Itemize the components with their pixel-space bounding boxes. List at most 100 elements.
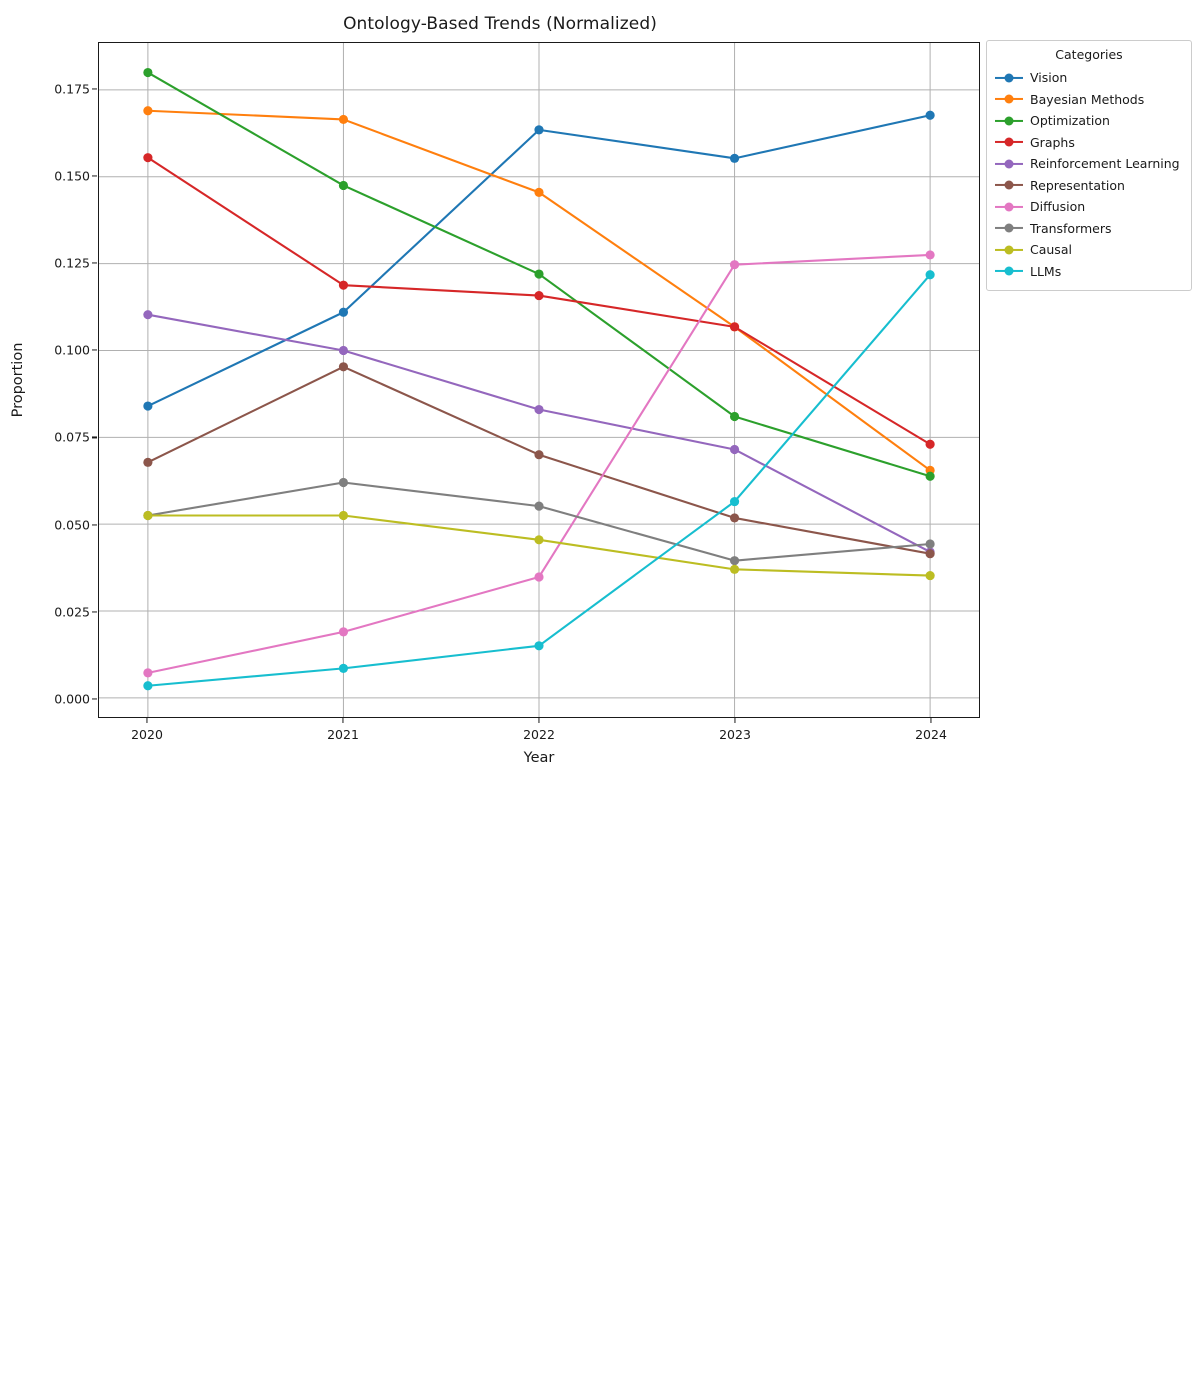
data-point-marker	[729, 497, 740, 507]
data-point-marker	[729, 411, 740, 422]
y-axis-label-holder: Proportion	[10, 343, 36, 1394]
data-point-marker	[338, 663, 349, 673]
y-tick-mark	[92, 349, 97, 351]
y-tick-mark	[92, 175, 97, 177]
data-point-marker	[338, 477, 349, 488]
data-point-marker	[925, 539, 935, 549]
legend-label: Bayesian Methods	[1030, 91, 1145, 107]
data-point-marker	[925, 250, 935, 260]
legend-color-swatch	[995, 157, 1023, 171]
data-point-marker	[729, 260, 740, 270]
data-point-marker	[143, 668, 153, 678]
y-axis-label: Proportion	[10, 342, 26, 418]
data-point-marker	[338, 362, 349, 372]
legend-label: Optimization	[1030, 113, 1110, 129]
data-point-marker	[534, 501, 544, 511]
chart-legend: Categories Vision Bayesian Methods Optimiz…	[986, 40, 1192, 291]
data-point-marker	[143, 510, 153, 521]
legend-color-swatch	[995, 71, 1023, 85]
legend-title: Categories	[1055, 47, 1123, 62]
y-tick-label: 0.000	[54, 691, 90, 707]
data-point-marker	[534, 572, 544, 582]
legend-item[interactable]: Transformers	[995, 218, 1183, 240]
x-axis-label: Year	[523, 750, 555, 766]
data-point-marker	[143, 67, 153, 78]
legend-color-swatch	[995, 221, 1023, 235]
data-point-marker	[534, 290, 544, 301]
y-tick-label: 0.150	[54, 168, 90, 184]
y-tick-label: 0.075	[54, 429, 90, 445]
y-axis-tick-labels: 0.000 0.025 0.050 0.075 0.100 0.125 0.150 0.175	[36, 42, 90, 718]
x-tick-mark	[538, 718, 540, 723]
legend-label: Representation	[1030, 177, 1125, 193]
legend-color-swatch	[995, 135, 1023, 149]
data-point-marker	[534, 187, 544, 197]
y-tick-label: 0.100	[54, 342, 90, 358]
legend-item[interactable]: Bayesian Methods	[995, 89, 1183, 111]
legend-color-swatch	[995, 264, 1023, 278]
legend-item[interactable]: Causal	[995, 239, 1183, 261]
data-point-marker	[143, 153, 153, 163]
legend-item[interactable]: Reinforcement Learning	[995, 153, 1183, 175]
legend-color-swatch	[995, 92, 1023, 106]
y-tick-mark	[92, 262, 97, 264]
data-point-marker	[534, 125, 544, 135]
data-point-marker	[534, 641, 544, 651]
y-tick-mark	[92, 524, 97, 526]
legend-label: Vision	[1030, 70, 1068, 86]
legend-item[interactable]: Representation	[995, 175, 1183, 197]
data-point-marker	[143, 106, 153, 116]
legend-color-swatch	[995, 114, 1023, 128]
data-point-marker	[534, 450, 544, 460]
x-tick-mark	[342, 718, 344, 723]
y-tick-label: 0.050	[54, 517, 90, 533]
data-point-marker	[338, 510, 349, 521]
y-tick-mark	[92, 88, 97, 90]
legend-item[interactable]: LLMs	[995, 261, 1183, 283]
x-axis-ticks: 2020 2021 2022 2023 2024	[98, 718, 980, 752]
x-tick-label: 2022	[523, 727, 555, 742]
data-point-marker	[338, 280, 349, 290]
legend-color-swatch	[995, 200, 1023, 214]
data-point-marker	[925, 439, 935, 449]
data-point-marker	[729, 153, 740, 163]
legend-label: LLMs	[1030, 263, 1062, 279]
data-point-marker	[534, 269, 544, 279]
x-tick-mark	[930, 718, 932, 723]
data-point-marker	[925, 471, 935, 481]
legend-item[interactable]: Vision	[995, 67, 1183, 89]
data-point-marker	[338, 180, 349, 191]
legend-item[interactable]: Graphs	[995, 132, 1183, 154]
data-point-marker	[338, 345, 349, 356]
data-point-marker	[534, 535, 544, 545]
x-tick-label: 2021	[327, 727, 359, 742]
data-point-marker	[925, 549, 935, 559]
x-tick-label: 2020	[131, 727, 163, 742]
chart-figure: Ontology-Based Trends (Normalized) 0.000…	[0, 0, 1200, 800]
y-tick-mark	[92, 436, 97, 439]
data-point-marker	[729, 513, 740, 523]
data-point-marker	[338, 114, 349, 125]
legend-color-swatch	[995, 243, 1023, 257]
legend-label: Transformers	[1030, 220, 1112, 236]
legend-label: Graphs	[1030, 134, 1075, 150]
data-point-marker	[729, 556, 740, 566]
data-point-marker	[143, 310, 153, 320]
x-tick-label: 2024	[915, 727, 947, 742]
legend-item[interactable]: Diffusion	[995, 196, 1183, 218]
gridlines	[99, 43, 979, 717]
data-point-marker	[143, 401, 153, 411]
data-point-marker	[338, 307, 349, 317]
legend-color-swatch	[995, 178, 1023, 192]
legend-item[interactable]: Optimization	[995, 110, 1183, 132]
data-point-marker	[925, 571, 935, 581]
legend-items: Vision Bayesian Methods Optimization Graphs…	[995, 67, 1183, 282]
y-tick-label: 0.175	[54, 81, 90, 97]
y-tick-label: 0.125	[54, 255, 90, 271]
data-point-marker	[338, 627, 349, 637]
chart-title: Ontology-Based Trends (Normalized)	[343, 14, 657, 34]
data-point-marker	[143, 457, 153, 467]
data-point-marker	[534, 404, 544, 415]
legend-label: Reinforcement Learning	[1030, 156, 1180, 172]
data-point-marker	[729, 564, 740, 574]
